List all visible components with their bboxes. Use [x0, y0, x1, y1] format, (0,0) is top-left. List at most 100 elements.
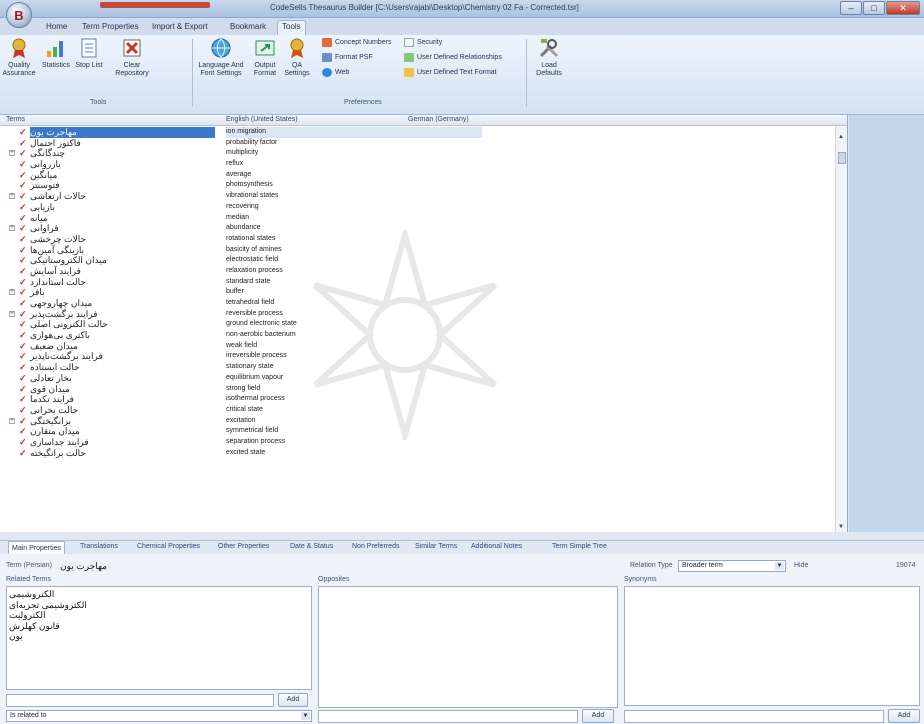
- security-button[interactable]: Security: [404, 38, 442, 47]
- term-persian-cell: میدان متقارن: [30, 426, 80, 437]
- tab-term-properties[interactable]: Term Properties: [78, 21, 142, 32]
- table-row[interactable]: ✓ حالت برانگیخته excited state: [0, 448, 834, 459]
- related-term-input[interactable]: [6, 694, 274, 707]
- grid-scrollbar[interactable]: ▲ ▼: [835, 126, 847, 532]
- minimize-button[interactable]: ‒: [840, 1, 862, 15]
- table-row[interactable]: ✓ بخار تعادلی equilibrium vapour: [0, 373, 834, 384]
- table-row[interactable]: ✓ فاکتور احتمال probability factor: [0, 138, 834, 149]
- opposites-list[interactable]: [318, 586, 618, 708]
- table-row[interactable]: ✓ میدان متقارن symmetrical field: [0, 426, 834, 437]
- format-psf-button[interactable]: Format PSF: [322, 53, 373, 62]
- term-persian-cell: برانگیختگی: [30, 415, 72, 426]
- expand-plus-icon[interactable]: +: [9, 193, 15, 200]
- relation-type-select[interactable]: Broader term ▼: [678, 560, 786, 572]
- scroll-thumb[interactable]: [838, 152, 846, 164]
- statistics-button[interactable]: Statistics: [40, 37, 72, 70]
- qa-settings-button[interactable]: QA Settings: [284, 37, 310, 78]
- add-opposite-button[interactable]: Add: [582, 709, 614, 723]
- close-button[interactable]: ✕: [886, 1, 920, 15]
- stop-list-button[interactable]: Stop List: [74, 37, 104, 70]
- add-related-term-button[interactable]: Add: [278, 693, 308, 707]
- table-row[interactable]: ✓ میدان الکتروستاتیکی electrostatic field: [0, 255, 834, 266]
- table-row[interactable]: ✓ میدان ضعیف weak field: [0, 341, 834, 352]
- table-row[interactable]: ✓ فرایند جداسازی separation process: [0, 437, 834, 448]
- column-header-english[interactable]: English (United States): [226, 116, 298, 123]
- list-item[interactable]: الکتروشیمی تجزیه‌ای: [9, 600, 309, 611]
- expand-plus-icon[interactable]: +: [9, 225, 15, 232]
- tab-tools[interactable]: Tools: [277, 20, 306, 35]
- maximize-button[interactable]: □: [863, 1, 885, 15]
- add-synonym-button[interactable]: Add: [888, 709, 920, 723]
- expand-plus-icon[interactable]: +: [9, 150, 15, 157]
- output-format-button[interactable]: Output Format: [251, 37, 279, 78]
- related-terms-label: Related Terms: [6, 576, 52, 583]
- list-item[interactable]: الکتروشیمی: [9, 589, 309, 600]
- web-button[interactable]: Web: [322, 68, 349, 77]
- tab-term-simple-tree[interactable]: Term Simple Tree: [552, 543, 607, 550]
- app-menu-button[interactable]: B: [6, 2, 32, 28]
- hide-checkbox[interactable]: Hide: [794, 562, 808, 569]
- table-row[interactable]: ✓ حالت الکترونی اصلی ground electronic sta…: [0, 319, 834, 330]
- tab-import-export[interactable]: Import & Export: [148, 21, 212, 32]
- column-header-german[interactable]: German (Germany): [408, 116, 469, 123]
- table-row[interactable]: ✓ میدان چهاروجهی tetrahedral field: [0, 298, 834, 309]
- user-defined-text-format-button[interactable]: User Defined Text Format: [404, 68, 497, 77]
- expand-plus-icon[interactable]: +: [9, 417, 15, 424]
- table-row[interactable]: + ✓ برانگیختگی excitation: [0, 416, 834, 427]
- table-row[interactable]: + ✓ فرایند برگشت‌پذیر reversible process: [0, 309, 834, 320]
- concept-numbers-button[interactable]: Concept Numbers: [322, 38, 391, 47]
- synonym-input[interactable]: [624, 710, 884, 723]
- table-row[interactable]: + ✓ حالات ارتعاشی vibrational states: [0, 191, 834, 202]
- list-item[interactable]: الکترولیت: [9, 610, 309, 621]
- checkmark-icon: ✓: [19, 426, 27, 437]
- relation-select[interactable]: Is related to ▼: [6, 710, 312, 722]
- column-header-terms[interactable]: Terms: [6, 116, 25, 123]
- table-row[interactable]: + ✓ فراوانی abundance: [0, 223, 834, 234]
- right-side-panel: [849, 115, 924, 532]
- table-row[interactable]: ✓ فرایند آسایش relaxation process: [0, 266, 834, 277]
- table-row[interactable]: ✓ حالت بحرانی critical state: [0, 405, 834, 416]
- tab-bookmark[interactable]: Bookmark: [226, 21, 270, 32]
- table-row[interactable]: ✓ میانه median: [0, 213, 834, 224]
- table-row[interactable]: ✓ باکتری بی‌هوازی non-aerobic bacterium: [0, 330, 834, 341]
- table-row[interactable]: ✓ میانگین average: [0, 170, 834, 181]
- table-row[interactable]: ✓ مهاجرت یون ion migration: [0, 127, 834, 138]
- expand-plus-icon[interactable]: +: [9, 289, 15, 296]
- relation-select-value: Is related to: [10, 712, 47, 719]
- list-item[interactable]: یون: [9, 631, 309, 642]
- tab-similar-terms[interactable]: Similar Terms: [415, 543, 457, 550]
- quality-assurance-button[interactable]: Quality Assurance: [2, 37, 36, 78]
- related-terms-list[interactable]: الکتروشیمی الکتروشیمی تجزیه‌ای الکترولیت قا…: [6, 586, 312, 690]
- synonyms-list[interactable]: [624, 586, 920, 706]
- tab-chemical-properties[interactable]: Chemical Properties: [137, 543, 200, 550]
- tab-other-properties[interactable]: Other Properties: [218, 543, 269, 550]
- table-row[interactable]: ✓ حالت استاندارد standard state: [0, 277, 834, 288]
- tab-translations[interactable]: Translations: [80, 543, 118, 550]
- tab-main-properties[interactable]: Main Properties: [8, 541, 66, 555]
- table-row[interactable]: ✓ بازیابی recovering: [0, 202, 834, 213]
- tab-date-status[interactable]: Date & Status: [290, 543, 333, 550]
- language-font-settings-button[interactable]: Language And Font Settings: [196, 37, 246, 78]
- scroll-down-icon[interactable]: ▼: [838, 524, 844, 530]
- security-label: Security: [417, 39, 443, 46]
- opposite-term-input[interactable]: [318, 710, 578, 723]
- table-row[interactable]: ✓ فرایند برگشت‌ناپذیر irreversible process: [0, 351, 834, 362]
- table-row[interactable]: ✓ بازروانی reflux: [0, 159, 834, 170]
- table-row[interactable]: ✓ حالات چرخشی rotational states: [0, 234, 834, 245]
- tab-home[interactable]: Home: [42, 21, 71, 32]
- table-row[interactable]: ✓ فتوسنتز photosynthesis: [0, 180, 834, 191]
- table-row[interactable]: + ✓ چندگانگی multiplicity: [0, 148, 834, 159]
- expand-plus-icon[interactable]: +: [9, 310, 15, 317]
- table-row[interactable]: ✓ بازینگی آمین‌ها basicity of amines: [0, 245, 834, 256]
- tab-additional-notes[interactable]: Additional Notes: [471, 543, 522, 550]
- user-defined-relationships-button[interactable]: User Defined Relationships: [404, 53, 502, 62]
- tab-non-preferreds[interactable]: Non Preferreds: [352, 543, 399, 550]
- clear-repository-button[interactable]: Clear Repository: [114, 37, 150, 78]
- load-defaults-button[interactable]: Load Defaults: [532, 37, 566, 78]
- list-item[interactable]: قانون کهلرش: [9, 621, 309, 632]
- table-row[interactable]: + ✓ بافر buffer: [0, 287, 834, 298]
- scroll-up-icon[interactable]: ▲: [838, 134, 844, 140]
- table-row[interactable]: ✓ فرایند تکدما isothermal process: [0, 394, 834, 405]
- table-row[interactable]: ✓ میدان قوی strong field: [0, 384, 834, 395]
- table-row[interactable]: ✓ حالت ایستاده stationary state: [0, 362, 834, 373]
